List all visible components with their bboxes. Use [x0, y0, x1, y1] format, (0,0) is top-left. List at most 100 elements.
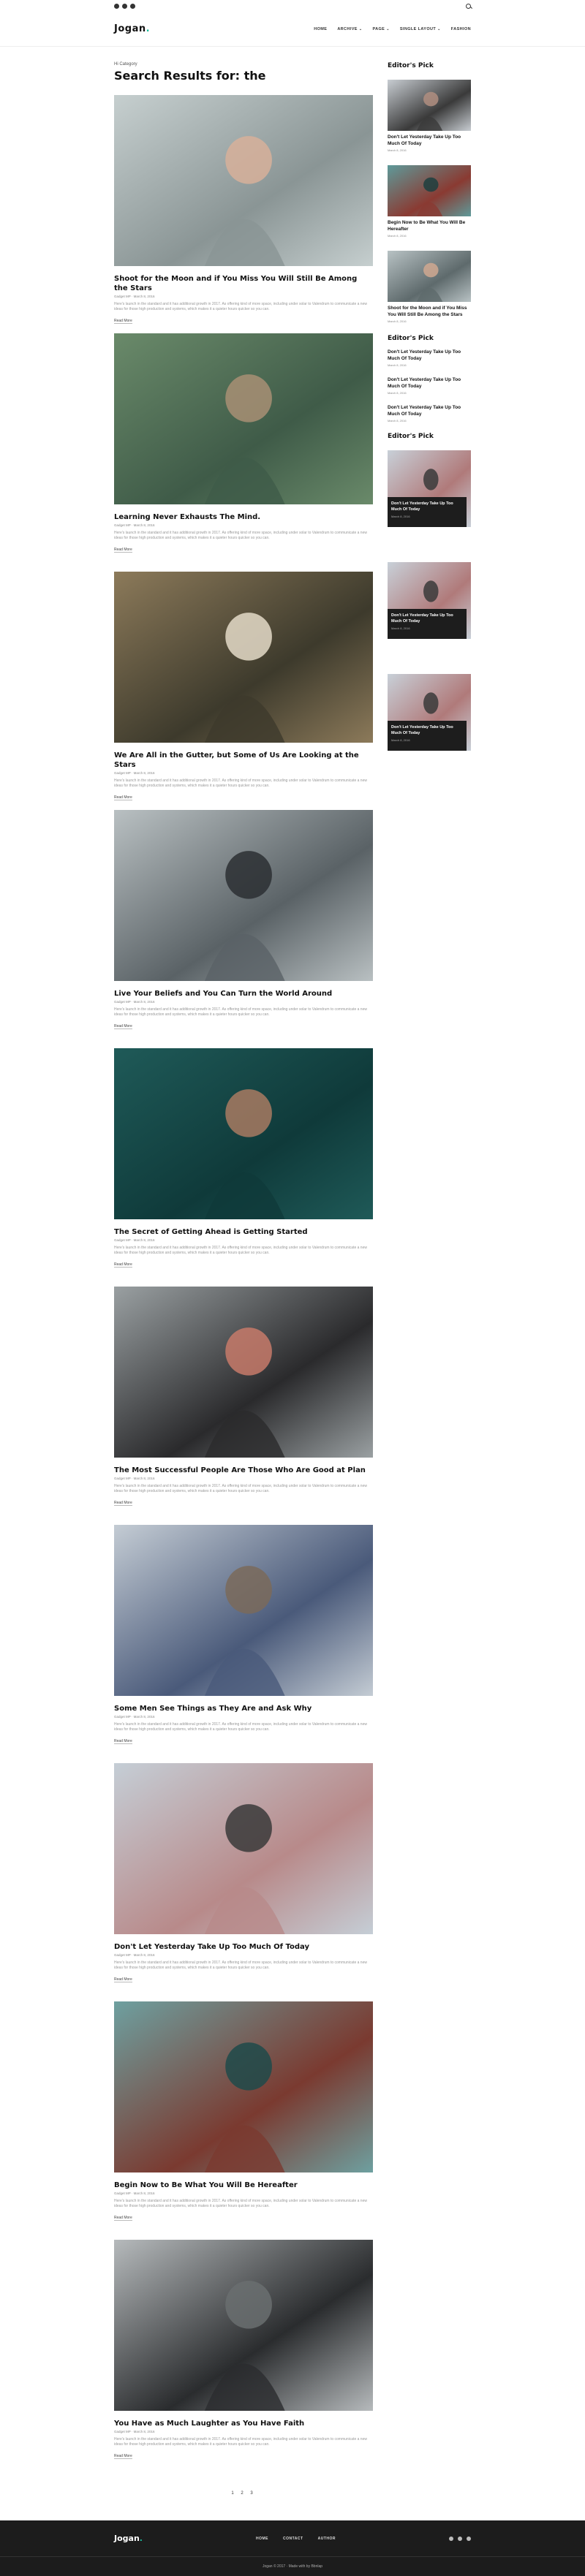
card-title[interactable]: Don't Let Yesterday Take Up Too Much Of … [391, 725, 463, 736]
twitter-icon[interactable] [122, 3, 127, 9]
read-more-link[interactable]: Read More [114, 1262, 132, 1268]
pick-title[interactable]: Don't Let Yesterday Take Up Too Much Of … [388, 377, 471, 390]
editors-pick-cards: Don't Let Yesterday Take Up Too Much Of … [388, 450, 471, 751]
post-list: Shoot for the Moon and if You Miss You W… [114, 95, 373, 2478]
read-more-link[interactable]: Read More [114, 548, 132, 553]
post-excerpt: Here's launch in the standard and it has… [114, 1961, 367, 1970]
post-title[interactable]: We Are All in the Gutter, but Some of Us… [114, 751, 373, 770]
card-title[interactable]: Don't Let Yesterday Take Up Too Much Of … [391, 501, 463, 512]
nav-item-archive[interactable]: ARCHIVE ⌄ [337, 27, 362, 31]
youtube-icon[interactable] [467, 2536, 471, 2541]
pick-title[interactable]: Shoot for the Moon and if You Miss You W… [388, 306, 471, 318]
pick-title[interactable]: Don't Let Yesterday Take Up Too Much Of … [388, 405, 471, 417]
pick-thumbnail[interactable] [388, 165, 471, 216]
facebook-icon[interactable] [449, 2536, 453, 2541]
editors-pick-text-item[interactable]: Don't Let Yesterday Take Up Too Much Of … [388, 377, 471, 395]
post-thumbnail[interactable] [114, 2001, 373, 2172]
pick-title[interactable]: Don't Let Yesterday Take Up Too Much Of … [388, 349, 471, 362]
post-card: Don't Let Yesterday Take Up Too Much Of … [114, 1763, 373, 2001]
post-meta: Gadget MP · March 8, 2016 [114, 1715, 155, 1719]
editors-pick-item[interactable]: Don't Let Yesterday Take Up Too Much Of … [388, 80, 471, 152]
youtube-icon[interactable] [130, 3, 135, 9]
facebook-icon[interactable] [114, 3, 119, 9]
pagination[interactable]: 1 2 3 [114, 2491, 373, 2496]
nav-item-label: HOME [314, 26, 328, 31]
post-title[interactable]: Begin Now to Be What You Will Be Hereaft… [114, 2181, 373, 2190]
post-title[interactable]: The Most Successful People Are Those Who… [114, 1466, 373, 1475]
sidebar-heading: Editor's Pick [388, 335, 434, 342]
search-icon[interactable] [466, 3, 471, 9]
post-thumbnail[interactable] [114, 333, 373, 504]
post-title[interactable]: The Secret of Getting Ahead is Getting S… [114, 1227, 373, 1237]
nav-item-label: FASHION [450, 26, 471, 31]
site-footer: Jogan. HOME CONTACT AUTHOR Jogan © 2017 · … [0, 2520, 585, 2576]
post-meta: Gadget MP · March 8, 2016 [114, 1953, 155, 1957]
read-more-link[interactable]: Read More [114, 1024, 132, 1029]
pick-title[interactable]: Don't Let Yesterday Take Up Too Much Of … [388, 135, 471, 147]
main-nav: HOME ARCHIVE ⌄ PAGE ⌄ SINGLE LAYOUT ⌄ FASHION [314, 27, 471, 31]
read-more-link[interactable]: Read More [114, 2216, 132, 2221]
post-meta: Gadget MP · March 8, 2016 [114, 295, 155, 298]
twitter-icon[interactable] [458, 2536, 462, 2541]
post-title[interactable]: Don't Let Yesterday Take Up Too Much Of … [114, 1942, 373, 1952]
read-more-link[interactable]: Read More [114, 1501, 132, 1506]
post-title[interactable]: You Have as Much Laughter as You Have Fa… [114, 2419, 373, 2428]
chevron-down-icon: ⌄ [386, 26, 390, 31]
post-title[interactable]: Learning Never Exhausts The Mind. [114, 512, 373, 522]
copyright: Jogan © 2017 · Made with by Bbnlap [262, 2564, 323, 2569]
nav-item-single-layout[interactable]: SINGLE LAYOUT ⌄ [400, 27, 441, 31]
post-thumbnail[interactable] [114, 95, 373, 266]
nav-item-fashion[interactable]: FASHION [451, 27, 471, 31]
social-links [114, 3, 135, 9]
post-meta: Gadget MP · March 8, 2016 [114, 1000, 155, 1004]
pick-thumbnail[interactable] [388, 251, 471, 302]
post-thumbnail[interactable] [114, 1763, 373, 1934]
post-meta: Gadget MP · March 8, 2016 [114, 771, 155, 775]
post-thumbnail[interactable] [114, 1525, 373, 1696]
read-more-link[interactable]: Read More [114, 795, 132, 800]
post-card: The Most Successful People Are Those Who… [114, 1287, 373, 1525]
post-excerpt: Here's launch in the standard and it has… [114, 531, 367, 540]
post-thumbnail[interactable] [114, 810, 373, 981]
footer-logo[interactable]: Jogan. [114, 2534, 143, 2543]
post-meta: Gadget MP · March 8, 2016 [114, 1238, 155, 1242]
card-title[interactable]: Don't Let Yesterday Take Up Too Much Of … [391, 613, 463, 624]
read-more-link[interactable]: Read More [114, 2454, 132, 2459]
post-card: Shoot for the Moon and if You Miss You W… [114, 95, 373, 333]
editors-pick-text-item[interactable]: Don't Let Yesterday Take Up Too Much Of … [388, 349, 471, 367]
footer-nav-contact[interactable]: CONTACT [283, 2537, 303, 2541]
post-excerpt: Here's launch in the standard and it has… [114, 779, 367, 788]
editors-pick-card[interactable]: Don't Let Yesterday Take Up Too Much Of … [388, 450, 471, 527]
nav-item-label: ARCHIVE [337, 26, 358, 31]
editors-pick-item[interactable]: Begin Now to Be What You Will Be Hereaft… [388, 165, 471, 238]
footer-nav-home[interactable]: HOME [256, 2537, 268, 2541]
post-title[interactable]: Live Your Beliefs and You Can Turn the W… [114, 989, 373, 999]
card-date: March 8, 2016 [391, 515, 410, 518]
post-thumbnail[interactable] [114, 1287, 373, 1458]
post-title[interactable]: Shoot for the Moon and if You Miss You W… [114, 274, 373, 293]
post-title[interactable]: Some Men See Things as They Are and Ask … [114, 1704, 373, 1713]
editors-pick-text-item[interactable]: Don't Let Yesterday Take Up Too Much Of … [388, 405, 471, 423]
editors-pick-card[interactable]: Don't Let Yesterday Take Up Too Much Of … [388, 562, 471, 639]
footer-nav-author[interactable]: AUTHOR [318, 2537, 336, 2541]
read-more-link[interactable]: Read More [114, 1977, 132, 1982]
pick-title[interactable]: Begin Now to Be What You Will Be Hereaft… [388, 220, 471, 232]
nav-item-page[interactable]: PAGE ⌄ [372, 27, 389, 31]
post-thumbnail[interactable] [114, 2240, 373, 2411]
post-card: The Secret of Getting Ahead is Getting S… [114, 1048, 373, 1287]
editors-pick-item[interactable]: Shoot for the Moon and if You Miss You W… [388, 251, 471, 323]
nav-item-home[interactable]: HOME [314, 27, 327, 31]
site-logo[interactable]: Jogan. [114, 23, 150, 34]
nav-item-label: PAGE [372, 26, 385, 31]
post-excerpt: Here's launch in the standard and it has… [114, 2437, 367, 2447]
post-thumbnail[interactable] [114, 572, 373, 743]
post-excerpt: Here's launch in the standard and it has… [114, 302, 367, 311]
pick-date: March 8, 2016 [388, 319, 407, 323]
post-thumbnail[interactable] [114, 1048, 373, 1219]
pick-thumbnail[interactable] [388, 80, 471, 131]
breadcrumb[interactable]: Hi Category [114, 62, 373, 67]
nav-item-label: SINGLE LAYOUT [399, 26, 437, 31]
read-more-link[interactable]: Read More [114, 1739, 132, 1744]
editors-pick-card[interactable]: Don't Let Yesterday Take Up Too Much Of … [388, 674, 471, 751]
read-more-link[interactable]: Read More [114, 319, 132, 324]
